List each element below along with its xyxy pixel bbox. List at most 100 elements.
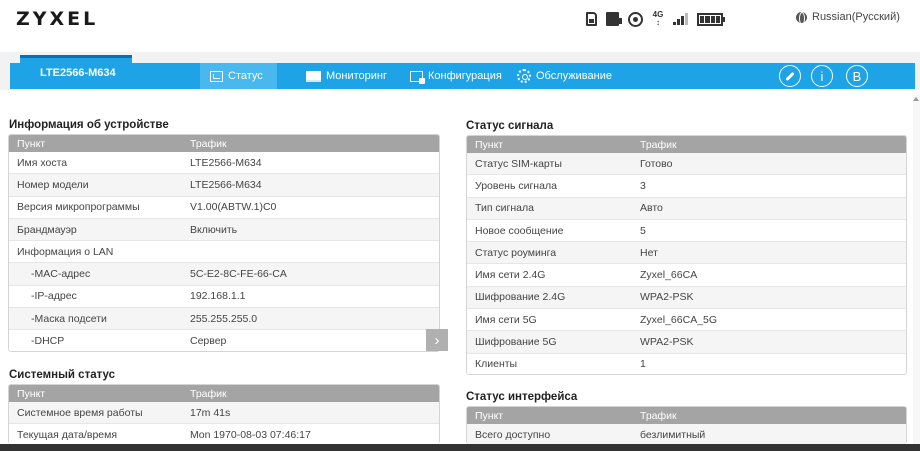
table-header: Пункт Трафик	[467, 407, 906, 424]
chevron-right-icon[interactable]: ›	[426, 329, 448, 351]
signal-bars-icon	[673, 13, 688, 25]
row-key: Номер модели	[17, 178, 89, 191]
nav-monitoring-label: Мониторинг	[326, 70, 388, 82]
logout-icon: B	[852, 68, 862, 84]
nav-monitoring[interactable]: Мониторинг	[306, 63, 387, 89]
table-header: Пункт Трафик	[467, 136, 906, 153]
row-key: Статус SIM-карты	[475, 157, 562, 170]
table-row: Имя сети 2.4G Zyxel_66CA	[467, 264, 906, 287]
table-row: Версия микропрограммы V1.00(ABTW.1)C0	[9, 196, 439, 219]
row-value: 1	[640, 358, 646, 371]
row-value: безлимитный	[640, 428, 706, 441]
wifi-icon	[628, 11, 643, 27]
table-row: Брандмауэр Включить	[9, 218, 439, 242]
scroll-up-icon[interactable]	[913, 97, 919, 101]
network-type: 4G	[652, 10, 664, 19]
table-row: -DHCP Сервер	[9, 330, 439, 351]
table-row: Шифрование 5G WPA2-PSK	[467, 331, 906, 354]
logout-button[interactable]: B	[846, 65, 868, 87]
table-row: Шифрование 2.4G WPA2-PSK	[467, 286, 906, 310]
table-row: Всего доступно безлимитный	[467, 424, 906, 444]
row-value: 17m 41s	[190, 406, 231, 419]
row-key: Статус роуминга	[475, 246, 557, 259]
bottom-edge	[0, 444, 920, 451]
wizard-icon	[785, 71, 795, 81]
row-key: Системное время работы	[17, 406, 143, 419]
row-key: -DHCP	[31, 335, 65, 348]
wizard-button[interactable]	[779, 65, 801, 87]
row-value: WPA2-PSK	[640, 291, 694, 304]
system-status-table: Пункт Трафик Системное время работы 17m 4…	[8, 384, 440, 444]
table-row: Имя сети 5G Zyxel_66CA_5G	[467, 309, 906, 332]
row-value: 3	[640, 179, 646, 192]
globe-icon	[796, 11, 807, 25]
row-key: -Маска подсети	[31, 312, 107, 325]
row-key: Тип сигнала	[475, 202, 534, 215]
row-key: -MAC-адрес	[31, 268, 91, 281]
row-key: Шифрование 2.4G	[475, 291, 566, 304]
nav-status[interactable]: Статус	[200, 63, 277, 89]
row-key: Новое сообщение	[475, 224, 564, 237]
table-row: Статус роуминга Нет	[467, 242, 906, 265]
table-row: Номер модели LTE2566-M634	[9, 174, 439, 197]
table-row: Уровень сигнала 3	[467, 175, 906, 198]
nav-maintenance[interactable]: Обслуживание	[517, 63, 612, 89]
header-traffic: Трафик	[640, 409, 677, 422]
header-item: Пункт	[475, 409, 504, 422]
row-key: Версия микропрограммы	[17, 201, 140, 214]
monitor-icon	[306, 70, 321, 82]
signal-status-table: Пункт Трафик Статус SIM-карты Готово Уров…	[466, 135, 907, 375]
gear-icon	[517, 69, 531, 83]
row-key: Шифрование 5G	[475, 336, 557, 349]
language-label: Russian(Русский)	[812, 11, 900, 23]
model-tab[interactable]: LTE2566-M634	[20, 55, 132, 89]
language-selector[interactable]: Russian(Русский)	[796, 11, 900, 25]
device-info-title: Информация об устройстве	[9, 119, 169, 131]
battery-icon	[697, 12, 725, 26]
row-key: Уровень сигнала	[475, 179, 557, 192]
network-4g-icon: 4G ↕	[652, 10, 664, 27]
row-key: Клиенты	[475, 358, 518, 371]
interface-status-table: Пункт Трафик Всего доступно безлимитный	[466, 406, 907, 444]
row-value: Zyxel_66CA_5G	[640, 313, 718, 326]
info-button[interactable]: i	[811, 65, 833, 87]
row-value: LTE2566-M634	[190, 156, 262, 169]
row-key: Имя сети 5G	[475, 313, 537, 326]
interface-status-title: Статус интерфейса	[466, 391, 578, 403]
header-item: Пункт	[17, 137, 46, 150]
row-value: Zyxel_66CA	[640, 269, 698, 282]
row-key: Всего доступно	[475, 428, 551, 441]
table-row: Статус SIM-карты Готово	[467, 153, 906, 176]
row-key: Информация о LAN	[17, 245, 114, 258]
row-value: V1.00(ABTW.1)C0	[190, 201, 277, 214]
table-row: Клиенты 1	[467, 353, 906, 374]
table-row: Имя хоста LTE2566-M634	[9, 152, 439, 175]
nav-configuration-label: Конфигурация	[428, 70, 502, 82]
row-value: Сервер	[190, 335, 227, 348]
vertical-scrollbar[interactable]	[913, 95, 920, 444]
row-key: Брандмауэр	[17, 223, 77, 236]
row-value: Готово	[640, 157, 673, 170]
row-key: Имя хоста	[17, 156, 68, 169]
header-traffic: Трафик	[190, 137, 227, 150]
config-icon	[410, 70, 425, 84]
row-value: LTE2566-M634	[190, 178, 262, 191]
table-row: -Маска подсети 255.255.255.0	[9, 308, 439, 331]
sim-icon	[586, 12, 597, 26]
row-value: 5	[640, 224, 646, 237]
top-header: ZYXEL 4G ↕ Russian(Русский)	[0, 0, 920, 44]
nav-configuration[interactable]: Конфигурация	[410, 63, 502, 89]
row-key: Имя сети 2.4G	[475, 269, 546, 282]
header-item: Пункт	[17, 387, 46, 400]
row-value: 192.168.1.1	[190, 290, 246, 303]
row-value: WPA2-PSK	[640, 336, 694, 349]
row-key: -IP-адрес	[31, 290, 77, 303]
row-key: Текущая дата/время	[17, 428, 118, 441]
table-row: Тип сигнала Авто	[467, 197, 906, 220]
info-icon: i	[820, 68, 824, 84]
table-row: -MAC-адрес 5C-E2-8C-FE-66-CA	[9, 263, 439, 286]
table-body: Имя хоста LTE2566-M634 Номер модели LTE256…	[9, 152, 439, 351]
table-row: Текущая дата/время Mon 1970-08-03 07:46:1…	[9, 424, 439, 444]
row-value: Авто	[640, 202, 663, 215]
system-status-title: Системный статус	[9, 369, 116, 381]
